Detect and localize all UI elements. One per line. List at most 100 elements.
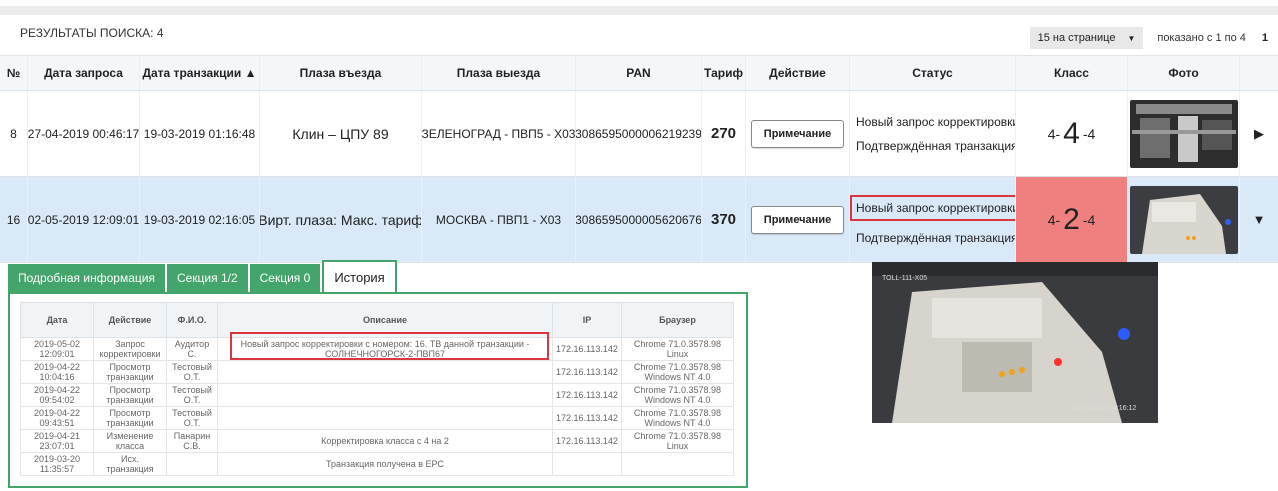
class-cell: 4-4-4 — [1016, 91, 1128, 176]
hist-date: 2019-04-21 23:07:01 — [20, 429, 94, 453]
hist-name — [166, 452, 218, 476]
request-date: 27-04-2019 00:46:17 — [28, 91, 140, 176]
hist-date: 2019-03-20 11:35:57 — [20, 452, 94, 476]
results-count: РЕЗУЛЬТАТЫ ПОИСКА: 4 — [20, 26, 164, 40]
hist-action: Запрос корректировки — [93, 337, 167, 361]
hist-col-ip: IP — [552, 302, 622, 338]
hist-col-browser: Браузер — [620, 302, 735, 338]
hist-desc — [217, 383, 553, 407]
vehicle-photo-thumbnail[interactable] — [1129, 185, 1238, 254]
class-right: 4 — [1087, 125, 1096, 142]
hist-date: 2019-05-02 12:09:01 — [20, 337, 94, 361]
photo-cell — [1128, 177, 1240, 262]
highlight-box — [230, 332, 549, 360]
hist-ip — [552, 452, 622, 476]
hist-action: Исх. транзакция — [93, 452, 167, 476]
row-num: 8 — [0, 91, 28, 176]
page-number[interactable]: 1 — [1262, 32, 1268, 44]
col-plaza-out[interactable]: Плаза выезда — [422, 56, 576, 90]
hist-browser: Chrome 71.0.3578.98 Linux — [620, 337, 735, 361]
col-photo[interactable]: Фото — [1128, 56, 1240, 90]
hist-browser: Chrome 71.0.3578.98 Linux — [620, 429, 735, 453]
hist-ip: 172.16.113.142 — [552, 337, 622, 361]
results-table: № Дата запроса Дата транзакции ▲ Плаза в… — [0, 55, 1278, 263]
pan: 3086595000006219239 — [576, 91, 702, 176]
hist-browser: Chrome 71.0.3578.98 Windows NT 4.0 — [620, 383, 735, 407]
status-request: Новый запрос корректировки — [856, 114, 1016, 129]
col-transaction-date[interactable]: Дата транзакции ▲ — [140, 56, 260, 90]
note-button[interactable]: Примечание — [750, 205, 845, 234]
class-main: 4 — [1063, 116, 1080, 150]
photo-caption-bottom: 2019/03/19 02:16:12 — [1072, 405, 1136, 412]
hist-col-action: Действие — [93, 302, 167, 338]
history-row: 2019-04-22 09:43:51 Просмотр транзакции … — [20, 406, 735, 430]
request-date: 02-05-2019 12:09:01 — [28, 177, 140, 262]
history-row: 2019-04-21 23:07:01 Изменение класса Пан… — [20, 429, 735, 453]
photo-cell — [1128, 91, 1240, 176]
plaza-in: Клин – ЦПУ 89 — [260, 91, 422, 176]
tariff: 270 — [702, 91, 746, 176]
per-page-value: 15 на странице — [1037, 32, 1116, 44]
hist-ip: 172.16.113.142 — [552, 360, 622, 384]
tab-section-1-2[interactable]: Секция 1/2 — [166, 264, 248, 292]
col-tariff[interactable]: Тариф — [702, 56, 746, 90]
table-row[interactable]: 8 27-04-2019 00:46:17 19-03-2019 01:16:4… — [0, 91, 1278, 177]
chevron-down-icon: ▼ — [1127, 33, 1136, 43]
hist-name: Тестовый О.Т. — [166, 360, 218, 384]
col-plaza-in[interactable]: Плаза въезда — [260, 56, 422, 90]
tab-details[interactable]: Подробная информация — [8, 264, 165, 292]
action-cell: Примечание — [746, 91, 850, 176]
row-num: 16 — [0, 177, 28, 262]
col-action[interactable]: Действие — [746, 56, 850, 90]
vehicle-photo-large[interactable]: TOLL-111-X05 2019/03/19 02:16:12 — [872, 262, 1158, 423]
table-row-selected[interactable]: 16 02-05-2019 12:09:01 19-03-2019 02:16:… — [0, 177, 1278, 263]
status-request-highlighted: Новый запрос корректировки — [850, 194, 1015, 221]
class-main: 2 — [1063, 202, 1080, 236]
status-cell: Новый запрос корректировки Подтверждённа… — [850, 177, 1016, 262]
hist-browser: Chrome 71.0.3578.98 Windows NT 4.0 — [620, 360, 735, 384]
tab-section-0[interactable]: Секция 0 — [249, 264, 321, 292]
table-header: № Дата запроса Дата транзакции ▲ Плаза в… — [0, 55, 1278, 91]
expand-right-icon[interactable]: ▶ — [1240, 91, 1278, 176]
top-bar — [0, 6, 1278, 15]
tariff: 370 — [702, 177, 746, 262]
hist-desc — [217, 406, 553, 430]
col-expand — [1240, 56, 1278, 90]
photo-caption-top: TOLL-111-X05 — [882, 275, 927, 282]
col-request-date[interactable]: Дата запроса — [28, 56, 140, 90]
hist-col-date: Дата — [20, 302, 94, 338]
hist-date: 2019-04-22 09:54:02 — [20, 383, 94, 407]
hist-action: Просмотр транзакции — [93, 383, 167, 407]
note-button[interactable]: Примечание — [750, 119, 845, 148]
pager: 15 на странице ▼ показано с 1 по 4 1 — [1029, 24, 1278, 52]
plaza-out: МОСКВА - ПВП1 - Х03 — [422, 177, 576, 262]
vehicle-photo-thumbnail[interactable] — [1129, 99, 1238, 168]
status-confirmed: Подтверждённая транзакция — [856, 138, 1016, 153]
plaza-in: Вирт. плаза: Макс. тариф — [260, 177, 422, 262]
tab-history[interactable]: История — [322, 260, 397, 292]
col-num[interactable]: № — [0, 56, 28, 90]
hist-date: 2019-04-22 09:43:51 — [20, 406, 94, 430]
hist-ip: 172.16.113.142 — [552, 429, 622, 453]
expand-down-icon[interactable]: ▼ — [1240, 177, 1278, 262]
col-class[interactable]: Класс — [1016, 56, 1128, 90]
transaction-date: 19-03-2019 01:16:48 — [140, 91, 260, 176]
hist-desc-cell: Новый запрос корректировки с номером: 16… — [217, 332, 553, 361]
history-panel: Дата Действие Ф.И.О. Описание IP Браузер… — [8, 292, 748, 488]
detail-tabs: Подробная информация Секция 1/2 Секция 0… — [8, 260, 748, 292]
hist-browser — [620, 452, 735, 476]
col-status[interactable]: Статус — [850, 56, 1016, 90]
hist-name: Панарин С.В. — [166, 429, 218, 453]
hist-desc — [217, 360, 553, 384]
hist-name: Тестовый О.Т. — [166, 383, 218, 407]
hist-ip: 172.16.113.142 — [552, 383, 622, 407]
class-right: 4 — [1087, 211, 1096, 228]
class-left: 4 — [1047, 125, 1056, 142]
class-cell: 4-2-4 — [1016, 177, 1128, 262]
status-cell: Новый запрос корректировки Подтверждённа… — [850, 91, 1016, 176]
hist-action: Изменение класса — [93, 429, 167, 453]
hist-desc: Транзакция получена в ЕРС — [217, 452, 553, 476]
action-cell: Примечание — [746, 177, 850, 262]
per-page-select[interactable]: 15 на странице ▼ — [1029, 27, 1144, 49]
col-pan[interactable]: PAN — [576, 56, 702, 90]
